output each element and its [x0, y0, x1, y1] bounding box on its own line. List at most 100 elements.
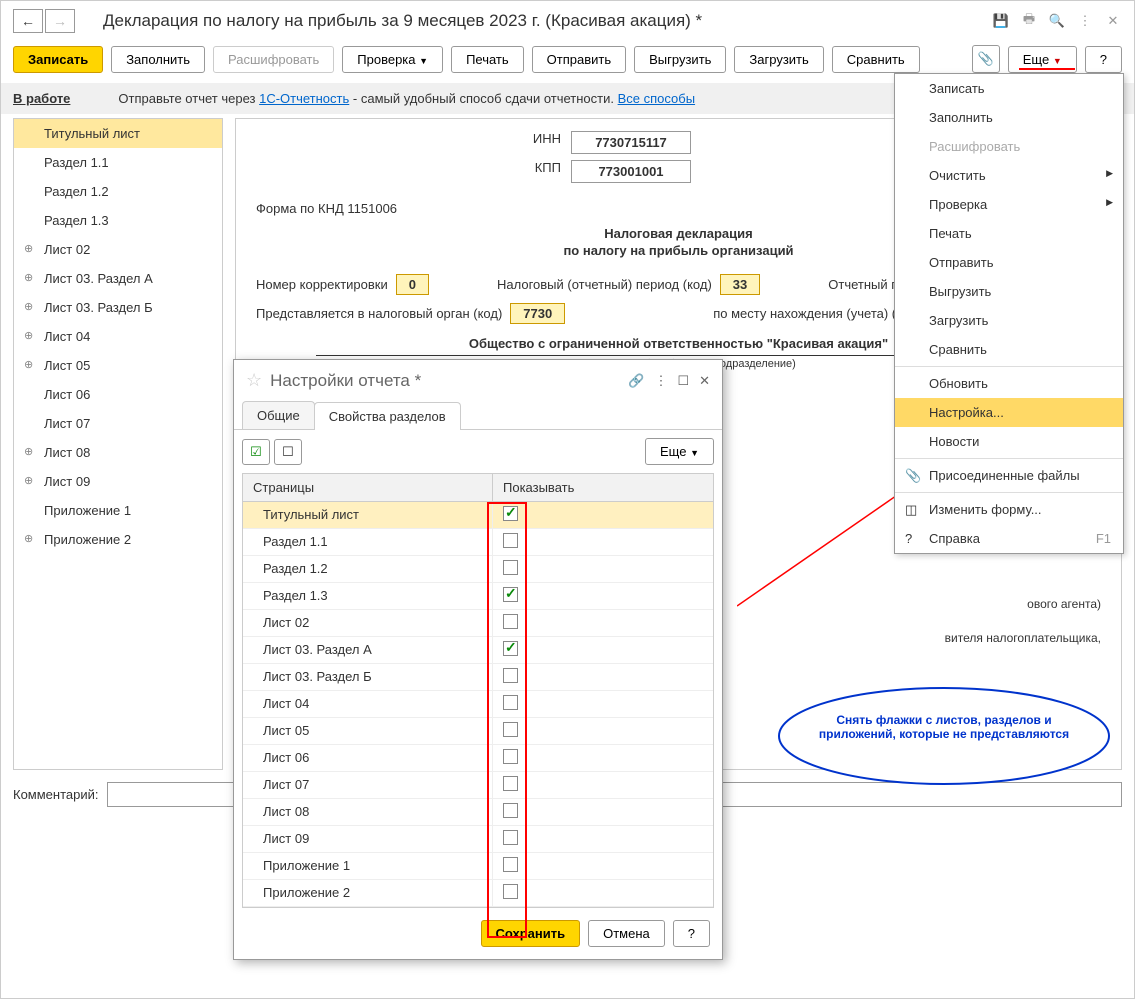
- checkbox[interactable]: [503, 857, 518, 872]
- preview-icon[interactable]: 🔍: [1048, 12, 1066, 30]
- checkbox[interactable]: [503, 641, 518, 656]
- table-row[interactable]: Лист 03. Раздел А: [243, 637, 713, 664]
- dropdown-item[interactable]: 📎Присоединенные файлы: [895, 461, 1123, 490]
- sidebar-item[interactable]: Лист 08: [14, 438, 222, 467]
- print-button[interactable]: Печать: [451, 46, 524, 73]
- dropdown-item[interactable]: ◫Изменить форму...: [895, 495, 1123, 524]
- sidebar-item[interactable]: Лист 04: [14, 322, 222, 351]
- dropdown-item[interactable]: Записать: [895, 74, 1123, 103]
- checkbox[interactable]: [503, 749, 518, 764]
- tab-sections[interactable]: Свойства разделов: [314, 402, 461, 430]
- dropdown-item[interactable]: Проверка: [895, 190, 1123, 219]
- table-row[interactable]: Лист 09: [243, 826, 713, 853]
- sidebar-item[interactable]: Раздел 1.2: [14, 177, 222, 206]
- checkbox[interactable]: [503, 587, 518, 602]
- table-row[interactable]: Раздел 1.3: [243, 583, 713, 610]
- checkbox[interactable]: [503, 776, 518, 791]
- dropdown-item[interactable]: Новости: [895, 427, 1123, 456]
- table-row[interactable]: Лист 08: [243, 799, 713, 826]
- sidebar-item[interactable]: Титульный лист: [14, 119, 222, 148]
- check-button[interactable]: Проверка ▼: [342, 46, 443, 73]
- dropdown-item[interactable]: Отправить: [895, 248, 1123, 277]
- sidebar-item[interactable]: Лист 05: [14, 351, 222, 380]
- link-all[interactable]: Все способы: [618, 91, 695, 106]
- print-icon[interactable]: 🖶: [1020, 12, 1038, 30]
- sidebar-item[interactable]: Раздел 1.3: [14, 206, 222, 235]
- checkbox[interactable]: [503, 695, 518, 710]
- table-row[interactable]: Раздел 1.2: [243, 556, 713, 583]
- modal-cancel-button[interactable]: Отмена: [588, 920, 665, 947]
- table-row[interactable]: Лист 05: [243, 718, 713, 745]
- period-field[interactable]: 33: [720, 274, 760, 295]
- checkbox[interactable]: [503, 506, 518, 521]
- modal-close-icon[interactable]: ✕: [699, 373, 710, 389]
- send-button[interactable]: Отправить: [532, 46, 626, 73]
- save-icon[interactable]: 💾: [992, 12, 1010, 30]
- table-row[interactable]: Лист 03. Раздел Б: [243, 664, 713, 691]
- sidebar-item[interactable]: Лист 03. Раздел Б: [14, 293, 222, 322]
- dropdown-item[interactable]: ?СправкаF1: [895, 524, 1123, 553]
- table-row[interactable]: Лист 07: [243, 772, 713, 799]
- sidebar-item[interactable]: Приложение 1: [14, 496, 222, 525]
- status-label[interactable]: В работе: [13, 91, 70, 106]
- check-all-button[interactable]: ☑: [242, 439, 270, 465]
- sidebar-item[interactable]: Раздел 1.1: [14, 148, 222, 177]
- attachment-icon[interactable]: 📎: [972, 45, 1000, 73]
- dropdown-item[interactable]: Выгрузить: [895, 277, 1123, 306]
- link-1c[interactable]: 1С-Отчетность: [259, 91, 349, 106]
- nav-forward-button[interactable]: →: [45, 9, 75, 33]
- dropdown-item[interactable]: Настройка...: [895, 398, 1123, 427]
- compare-button[interactable]: Сравнить: [832, 46, 920, 73]
- dropdown-item[interactable]: Печать: [895, 219, 1123, 248]
- table-row[interactable]: Лист 06: [243, 745, 713, 772]
- tab-general[interactable]: Общие: [242, 401, 315, 429]
- fill-button[interactable]: Заполнить: [111, 46, 205, 73]
- checkbox[interactable]: [503, 830, 518, 845]
- dropdown-item[interactable]: Сравнить: [895, 335, 1123, 364]
- korr-field[interactable]: 0: [396, 274, 429, 295]
- sidebar: Титульный листРаздел 1.1Раздел 1.2Раздел…: [13, 118, 223, 770]
- table-row[interactable]: Титульный лист: [243, 502, 713, 529]
- nav-back-button[interactable]: ←: [13, 9, 43, 33]
- link-icon[interactable]: 🔗: [628, 373, 644, 389]
- dropdown-item[interactable]: Заполнить: [895, 103, 1123, 132]
- save-button[interactable]: Записать: [13, 46, 103, 73]
- star-icon[interactable]: ☆: [246, 370, 262, 391]
- sidebar-item[interactable]: Приложение 2: [14, 525, 222, 554]
- inn-value[interactable]: 7730715117: [571, 131, 691, 154]
- modal-help-button[interactable]: ?: [673, 920, 710, 947]
- checkbox[interactable]: [503, 803, 518, 818]
- checkbox[interactable]: [503, 884, 518, 899]
- modal-more-button[interactable]: Еще ▼: [645, 438, 714, 465]
- menu-icon[interactable]: ⋮: [1076, 12, 1094, 30]
- dropdown-item[interactable]: Загрузить: [895, 306, 1123, 335]
- modal-save-button[interactable]: Сохранить: [481, 920, 581, 947]
- table-row[interactable]: Приложение 2: [243, 880, 713, 907]
- export-button[interactable]: Выгрузить: [634, 46, 726, 73]
- sidebar-item[interactable]: Лист 07: [14, 409, 222, 438]
- table-row[interactable]: Лист 02: [243, 610, 713, 637]
- checkbox[interactable]: [503, 722, 518, 737]
- organ-field[interactable]: 7730: [510, 303, 565, 324]
- checkbox[interactable]: [503, 614, 518, 629]
- checkbox[interactable]: [503, 533, 518, 548]
- table-row[interactable]: Приложение 1: [243, 853, 713, 880]
- maximize-icon[interactable]: ☐: [677, 373, 689, 389]
- uncheck-all-button[interactable]: ☐: [274, 439, 302, 465]
- checkbox[interactable]: [503, 668, 518, 683]
- kpp-value[interactable]: 773001001: [571, 160, 691, 183]
- help-button[interactable]: ?: [1085, 46, 1122, 73]
- checkbox[interactable]: [503, 560, 518, 575]
- dropdown-item[interactable]: Обновить: [895, 369, 1123, 398]
- import-button[interactable]: Загрузить: [734, 46, 823, 73]
- dropdown-item[interactable]: Очистить: [895, 161, 1123, 190]
- modal-menu-icon[interactable]: ⋮: [654, 373, 667, 389]
- col-show: Показывать: [493, 474, 713, 501]
- sidebar-item[interactable]: Лист 06: [14, 380, 222, 409]
- table-row[interactable]: Раздел 1.1: [243, 529, 713, 556]
- table-row[interactable]: Лист 04: [243, 691, 713, 718]
- close-icon[interactable]: ✕: [1104, 12, 1122, 30]
- sidebar-item[interactable]: Лист 03. Раздел А: [14, 264, 222, 293]
- sidebar-item[interactable]: Лист 02: [14, 235, 222, 264]
- sidebar-item[interactable]: Лист 09: [14, 467, 222, 496]
